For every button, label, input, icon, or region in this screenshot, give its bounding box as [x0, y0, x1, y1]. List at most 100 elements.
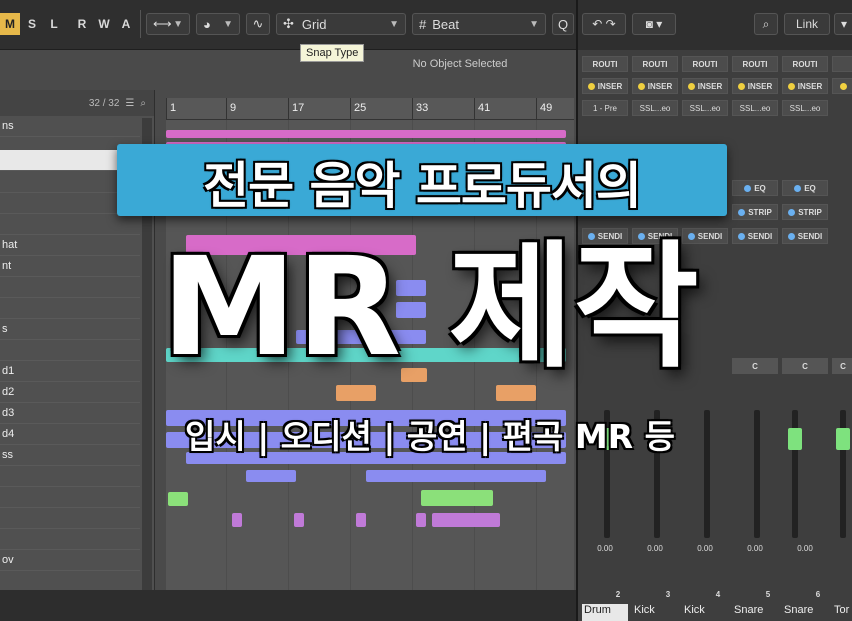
volume-fader[interactable]: [836, 428, 850, 450]
chevron-down-icon: ▼: [529, 18, 539, 30]
routing-slot[interactable]: ROUTI: [582, 56, 628, 72]
routing-slot[interactable]: ROUTI: [682, 56, 728, 72]
write-mode-button[interactable]: W: [96, 13, 112, 35]
clip[interactable]: [232, 513, 242, 527]
volume-readout: 0.00: [747, 543, 763, 553]
strip-dot-icon: [788, 208, 796, 216]
bar-number: 49: [540, 102, 553, 114]
insert-toggle[interactable]: INSER: [682, 78, 728, 94]
pan-knob[interactable]: C: [832, 358, 852, 374]
clip[interactable]: [356, 513, 366, 527]
eq-toggle[interactable]: EQ: [782, 180, 828, 196]
track-row[interactable]: [0, 529, 140, 550]
insert-toggle[interactable]: INSER: [782, 78, 828, 94]
strip-toggle[interactable]: STRIP: [782, 204, 828, 220]
volume-readout: 0.00: [697, 543, 713, 553]
search-icon[interactable]: ⌕: [140, 98, 146, 109]
listen-mode-button[interactable]: L: [46, 13, 62, 35]
curve-tool-button[interactable]: ∿: [246, 13, 270, 35]
strip-dot-icon: [738, 208, 746, 216]
channel-name[interactable]: Tor: [832, 604, 852, 621]
track-row[interactable]: ov: [0, 550, 140, 571]
volume-readout: 0.00: [597, 543, 613, 553]
bar-number: 33: [416, 102, 429, 114]
snap-grid-select[interactable]: ✣ Grid ▼: [276, 13, 406, 35]
track-row[interactable]: [0, 487, 140, 508]
clip[interactable]: [421, 490, 493, 506]
snapshot-button[interactable]: ◙ ▾: [632, 13, 676, 35]
channel-name[interactable]: Snare: [732, 604, 778, 621]
channel-name-selected[interactable]: Drum: [582, 604, 628, 621]
mute-mode-button[interactable]: M: [0, 13, 20, 35]
track-row[interactable]: [0, 508, 140, 529]
clip[interactable]: [432, 513, 500, 527]
list-view-icon[interactable]: ☰: [125, 98, 134, 109]
solo-mode-button[interactable]: S: [24, 13, 40, 35]
eq-toggle[interactable]: EQ: [732, 180, 778, 196]
plugin-slot[interactable]: SSL...eo: [632, 100, 678, 116]
track-row[interactable]: ns: [0, 116, 140, 137]
clip[interactable]: [168, 492, 188, 506]
link-menu-button[interactable]: ▾: [834, 13, 852, 35]
channel-number: 3: [665, 589, 671, 599]
clip[interactable]: [246, 470, 296, 482]
clip[interactable]: [166, 130, 566, 138]
plugin-slot[interactable]: SSL...eo: [682, 100, 728, 116]
insert-slot-select[interactable]: 1 - Pre: [582, 100, 628, 116]
channel-name[interactable]: Kick: [632, 604, 678, 621]
quantize-select[interactable]: # Beat ▼: [412, 13, 546, 35]
insert-dot-icon: [787, 82, 795, 90]
volume-readout: 0.00: [647, 543, 663, 553]
chevron-down-icon: ▼: [389, 18, 399, 30]
link-button[interactable]: Link: [784, 13, 830, 35]
chevron-down-icon: ▼: [223, 18, 233, 30]
routing-slot[interactable]: [832, 56, 852, 72]
clip[interactable]: [294, 513, 304, 527]
search-button[interactable]: Q: [552, 13, 574, 35]
strip-toggle[interactable]: STRIP: [732, 204, 778, 220]
chevron-down-icon: ▾: [840, 17, 848, 31]
send-toggle[interactable]: SENDI: [782, 228, 828, 244]
main-title: MR 제작: [161, 229, 699, 387]
headline-banner: 전문 음악 프로듀서의: [117, 144, 727, 216]
bar-number: 9: [230, 102, 237, 114]
tool-select[interactable]: ⟷ ▼: [146, 13, 190, 35]
bar-number: 41: [478, 102, 491, 114]
channel-number: 6: [815, 589, 821, 599]
insert-toggle[interactable]: [832, 78, 852, 94]
plugin-slot[interactable]: SSL...eo: [732, 100, 778, 116]
routing-slot[interactable]: ROUTI: [782, 56, 828, 72]
routing-slot[interactable]: ROUTI: [632, 56, 678, 72]
snap-grid-label: Grid: [301, 16, 327, 32]
headline-text: 전문 음악 프로듀서의: [203, 157, 642, 215]
track-count: 32 / 32: [88, 97, 120, 109]
volume-readout: 0.00: [797, 543, 813, 553]
insert-toggle[interactable]: INSER: [582, 78, 628, 94]
clip[interactable]: [366, 470, 546, 482]
read-mode-button[interactable]: R: [74, 13, 90, 35]
plugin-slot[interactable]: SSL...eo: [782, 100, 828, 116]
automation-mode-button[interactable]: A: [118, 13, 134, 35]
insert-toggle[interactable]: INSER: [732, 78, 778, 94]
snap-icon: ✣: [283, 16, 294, 31]
send-dot-icon: [787, 232, 795, 240]
color-tool-select[interactable]: ◕ ▼: [196, 13, 240, 35]
track-row[interactable]: [0, 466, 140, 487]
search-button[interactable]: ⌕: [754, 13, 778, 35]
insert-toggle[interactable]: INSER: [632, 78, 678, 94]
toolbar-divider: [140, 10, 141, 38]
daw-screenshot: M S L R W A ⟷ ▼ ◕ ▼ ∿ ✣ Grid ▼ # Beat ▼ Q Snap…: [0, 0, 852, 621]
camera-icon: ◙ ▾: [645, 17, 663, 31]
channel-name[interactable]: Kick: [682, 604, 728, 621]
routing-slot[interactable]: ROUTI: [732, 56, 778, 72]
bar-number: 25: [354, 102, 367, 114]
insert-dot-icon: [587, 82, 595, 90]
timeline-ruler[interactable]: 1 9 17 25 33 41 49: [166, 98, 574, 120]
info-line: No Object Selected: [412, 58, 508, 70]
volume-fader[interactable]: [788, 428, 802, 450]
undo-redo-button[interactable]: ↶ ↷: [582, 13, 626, 35]
grid-icon: #: [419, 16, 427, 32]
pan-knob[interactable]: C: [782, 358, 828, 374]
clip[interactable]: [416, 513, 426, 527]
channel-name[interactable]: Snare: [782, 604, 828, 621]
